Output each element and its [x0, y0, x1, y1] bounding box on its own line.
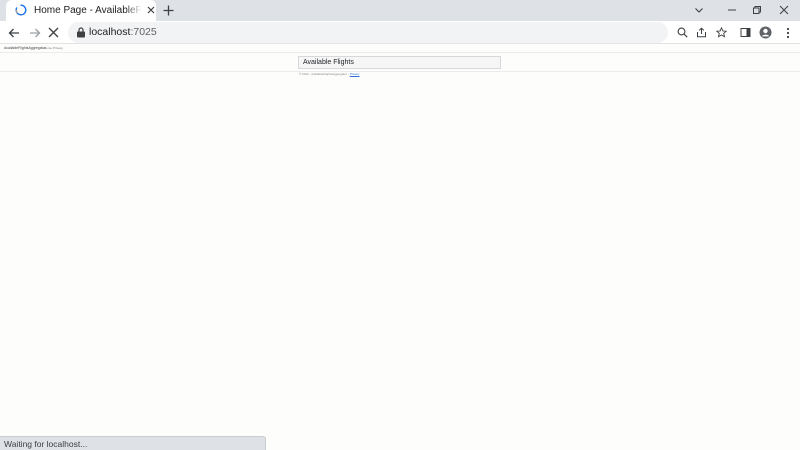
site-navbar: AvailableFlightsAggregator Home Privacy [0, 44, 800, 53]
stop-button[interactable] [46, 25, 61, 40]
profile-button[interactable] [758, 25, 773, 40]
available-flights-panel: Available Flights [298, 56, 501, 69]
new-tab-button[interactable] [161, 3, 176, 18]
profile-icon [759, 26, 772, 39]
footer-divider [0, 71, 800, 72]
status-bubble: Waiting for localhost... [0, 436, 266, 450]
nav-link-privacy[interactable]: Privacy [53, 46, 63, 50]
arrow-left-icon [8, 28, 19, 37]
browser-toolbar: localhost:7025 [0, 21, 800, 44]
arrow-right-icon [29, 28, 40, 37]
panel-title: Available Flights [303, 59, 354, 66]
address-bar[interactable]: localhost:7025 [68, 22, 668, 43]
nav-link-home[interactable]: Home [44, 46, 52, 50]
tab-home-page[interactable]: Home Page - AvailableFlightsAggregator [6, 0, 156, 21]
close-icon[interactable] [145, 4, 157, 16]
footer-privacy-link[interactable]: Privacy [350, 72, 360, 76]
site-footer: © 2023 - AvailableFlightsAggregator - Pr… [299, 72, 360, 76]
url-host: localhost [89, 26, 131, 38]
zoom-button[interactable] [675, 25, 690, 40]
more-menu-button[interactable] [780, 25, 795, 40]
tab-strip: Home Page - AvailableFlightsAggregator [0, 0, 800, 21]
url-text[interactable]: localhost:7025 [89, 26, 157, 39]
url-port: :7025 [130, 26, 157, 38]
share-icon [697, 27, 706, 38]
forward-button[interactable] [27, 25, 42, 40]
loading-spinner-icon [15, 4, 27, 16]
page-viewport: AvailableFlightsAggregator Home Privacy … [0, 44, 800, 450]
tab-search-button[interactable] [691, 2, 707, 18]
share-button[interactable] [694, 25, 709, 40]
window-close-button[interactable] [776, 2, 792, 18]
bookmark-button[interactable] [714, 25, 729, 40]
minimize-button[interactable] [724, 2, 740, 18]
restore-button[interactable] [749, 2, 765, 18]
restore-icon [753, 6, 761, 14]
side-panel-button[interactable] [738, 25, 753, 40]
side-panel-icon [740, 28, 751, 37]
stop-icon [48, 27, 59, 38]
minimize-icon [728, 9, 736, 11]
close-icon [779, 5, 789, 15]
back-button[interactable] [6, 25, 21, 40]
chevron-down-icon [695, 8, 703, 13]
status-text: Waiting for localhost... [4, 439, 88, 449]
footer-copyright: © 2023 - AvailableFlightsAggregator - [299, 72, 349, 76]
site-brand-link[interactable]: AvailableFlightsAggregator [4, 46, 46, 50]
tab-title: Home Page - AvailableFlightsAggregator [34, 5, 142, 16]
star-icon [716, 27, 727, 38]
plus-icon [163, 5, 174, 16]
zoom-icon [677, 27, 688, 38]
more-menu-icon [786, 27, 789, 38]
lock-icon[interactable] [76, 27, 86, 38]
